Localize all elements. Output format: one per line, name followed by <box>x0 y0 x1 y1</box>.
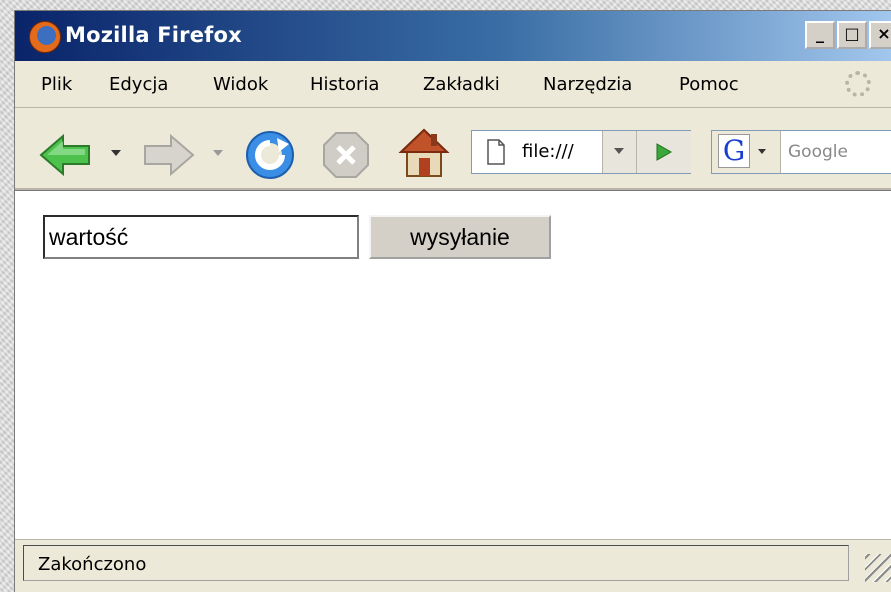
search-placeholder[interactable]: Google <box>788 142 848 162</box>
menu-plik[interactable]: Plik <box>41 74 72 95</box>
google-icon: G <box>718 134 750 168</box>
browser-window: Mozilla Firefox _ □ × Plik Edycja Widok … <box>14 10 891 592</box>
submit-button[interactable]: wysyłanie <box>369 215 551 259</box>
menu-narzedzia[interactable]: Narzędzia <box>543 74 632 95</box>
search-engine-dropdown-icon <box>758 149 766 154</box>
close-button[interactable]: × <box>869 21 891 49</box>
firefox-logo-icon <box>29 21 61 53</box>
url-bar[interactable]: file:/// <box>471 130 691 174</box>
home-icon[interactable] <box>397 126 451 180</box>
maximize-button[interactable]: □ <box>837 21 867 49</box>
back-arrow-icon[interactable] <box>37 130 93 180</box>
url-text: file:/// <box>522 141 574 162</box>
title-bar: Mozilla Firefox _ □ × <box>15 11 891 61</box>
menu-pomoc[interactable]: Pomoc <box>679 74 739 95</box>
back-dropdown-icon[interactable] <box>111 150 121 156</box>
url-dropdown-button[interactable] <box>602 131 637 173</box>
reload-icon[interactable] <box>243 128 297 182</box>
go-arrow-icon <box>656 143 673 161</box>
menu-historia[interactable]: Historia <box>310 74 379 95</box>
status-panel: Zakończono <box>23 545 849 581</box>
search-bar[interactable]: G Google <box>711 130 891 174</box>
go-button[interactable] <box>636 131 691 173</box>
page-content: wysyłanie <box>15 190 891 539</box>
page-icon <box>487 139 505 165</box>
resize-grip-icon[interactable] <box>865 554 891 582</box>
status-text: Zakończono <box>38 554 147 575</box>
window-controls: _ □ × <box>805 21 891 49</box>
stop-icon[interactable] <box>321 130 371 180</box>
status-bar: Zakończono <box>15 539 891 592</box>
menu-widok[interactable]: Widok <box>213 74 268 95</box>
forward-dropdown-icon[interactable] <box>213 150 223 156</box>
search-engine-selector[interactable]: G <box>712 131 781 173</box>
value-input[interactable] <box>43 215 359 259</box>
navigation-toolbar: file:/// G Google <box>15 108 891 190</box>
minimize-button[interactable]: _ <box>805 21 835 49</box>
menu-edycja[interactable]: Edycja <box>109 74 168 95</box>
window-title: Mozilla Firefox <box>65 23 242 47</box>
forward-arrow-icon[interactable] <box>141 130 197 180</box>
menu-zakladki[interactable]: Zakładki <box>423 74 500 95</box>
throbber-icon <box>845 71 871 97</box>
menu-bar: Plik Edycja Widok Historia Zakładki Narz… <box>15 61 891 108</box>
